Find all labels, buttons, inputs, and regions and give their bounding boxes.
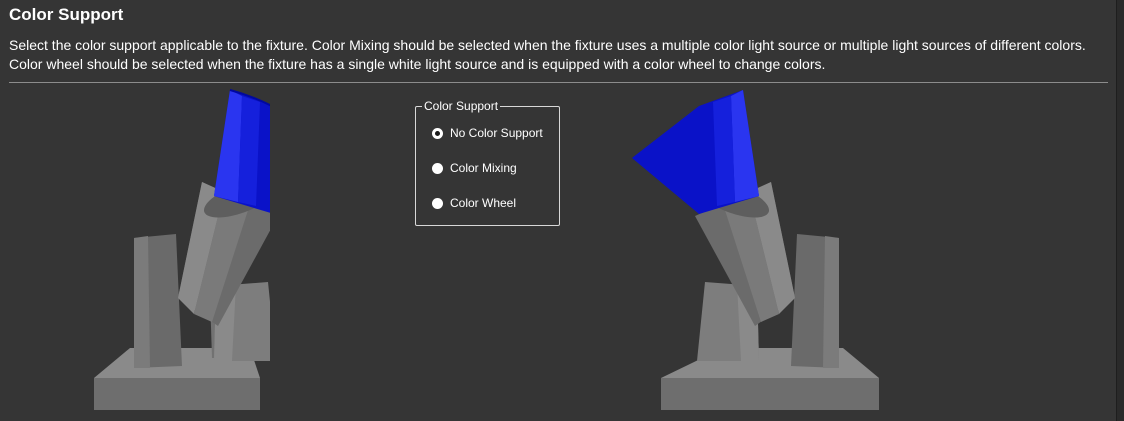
moving-head-fixture-icon bbox=[618, 86, 883, 416]
radio-no-color-support[interactable]: No Color Support bbox=[432, 126, 543, 140]
radio-button-icon[interactable] bbox=[432, 197, 443, 209]
description-text: Select the color support applicable to t… bbox=[9, 37, 1086, 72]
radio-color-wheel[interactable]: Color Wheel bbox=[432, 196, 516, 210]
radio-label: Color Wheel bbox=[450, 196, 517, 210]
groupbox-legend: Color Support bbox=[422, 99, 501, 113]
color-support-panel: Color Support Select the color support a… bbox=[0, 0, 1117, 421]
radio-button-selected-icon[interactable] bbox=[432, 127, 443, 139]
window-edge bbox=[1117, 0, 1124, 421]
radio-button-icon[interactable] bbox=[432, 162, 443, 174]
moving-head-fixture-icon bbox=[90, 86, 342, 416]
radio-label: Color Mixing bbox=[450, 161, 517, 175]
header-divider bbox=[9, 82, 1108, 83]
radio-color-mixing[interactable]: Color Mixing bbox=[432, 161, 517, 175]
color-support-groupbox: Color Support No Color Support Color Mix… bbox=[415, 99, 560, 226]
page-title: Color Support bbox=[9, 5, 124, 24]
radio-label: No Color Support bbox=[450, 126, 543, 140]
